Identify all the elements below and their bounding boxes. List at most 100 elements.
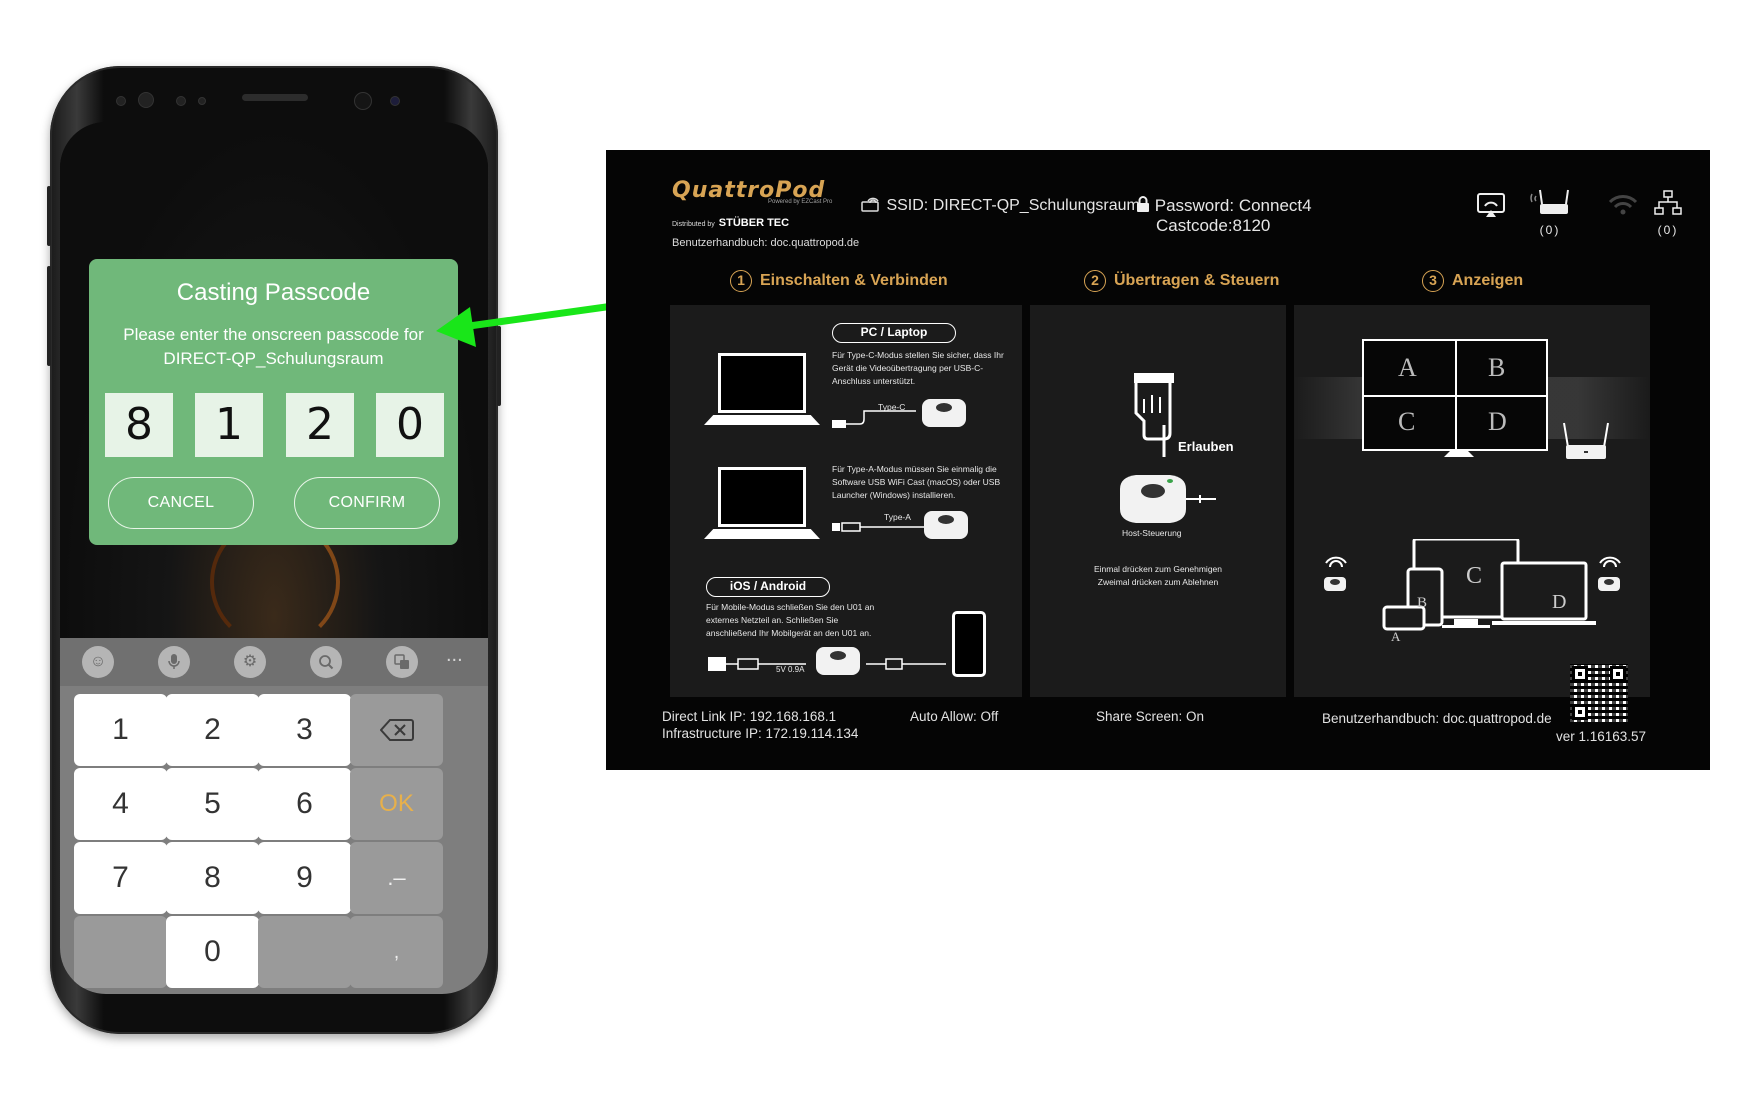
key-3[interactable]: 3 (258, 694, 351, 766)
host-control-device-icon (1120, 475, 1216, 523)
key-2[interactable]: 2 (166, 694, 259, 766)
cancel-button[interactable]: CANCEL (108, 477, 254, 529)
version-label: ver 1.16163.57 (1556, 729, 1647, 744)
receiver-icon (1563, 422, 1609, 459)
empty-key (74, 916, 167, 988)
ip-info: Direct Link IP: 192.168.168.1 Infrastruc… (662, 708, 858, 742)
search-icon[interactable] (310, 646, 342, 678)
keyboard-toolbar: ☺ ⚙ ... (60, 638, 488, 686)
step-2-header: 2 Übertragen & Steuern (1084, 270, 1279, 292)
router-icon: (0) (1530, 188, 1570, 237)
sensor-icon (198, 97, 206, 105)
infrastructure-ip: Infrastructure IP: 172.19.114.134 (662, 726, 859, 741)
smartphone-icon (952, 611, 986, 677)
translate-icon[interactable] (386, 646, 418, 678)
key-8[interactable]: 8 (166, 842, 259, 914)
router-count: (0) (1539, 223, 1561, 237)
pc-laptop-label: PC / Laptop (832, 323, 956, 343)
emoji-icon[interactable]: ☺ (82, 646, 114, 678)
password-info: Password: Connect4 Castcode:8120 (1136, 196, 1312, 236)
castcode-text: Castcode:8120 (1156, 216, 1271, 235)
quadrant-c: C (1398, 407, 1416, 436)
share-screen-status: Share Screen: On (1096, 709, 1205, 724)
split-screen-display: A B C D (1362, 339, 1548, 451)
passcode-digits: 8 1 2 0 (105, 393, 445, 457)
casting-passcode-dialog: Casting Passcode Please enter the onscre… (89, 259, 458, 545)
press-instructions: Einmal drücken zum Genehmigen Zweimal dr… (1093, 564, 1223, 587)
passcode-digit-4[interactable]: 0 (376, 393, 444, 457)
smartphone: Casting Passcode Please enter the onscre… (47, 66, 501, 1034)
settings-icon[interactable]: ⚙ (234, 646, 266, 678)
cast-wifi-icon (861, 197, 879, 212)
dialog-title: Casting Passcode (176, 279, 371, 306)
allow-label: Erlauben (1178, 439, 1234, 454)
distributor-line: Distributed by STÜBER TEC (672, 217, 789, 229)
iris-scanner-icon (138, 92, 154, 108)
device-b-letter: B (1417, 595, 1428, 611)
passcode-digit-3[interactable]: 2 (286, 393, 354, 457)
typea-cable-icon (832, 521, 927, 532)
airplay-icon (1476, 192, 1506, 223)
step-3-number: 3 (1422, 270, 1444, 292)
dot-dash-key[interactable]: .– (350, 842, 443, 914)
distributed-by: Distributed by (672, 221, 715, 228)
passcode-digit-1[interactable]: 8 (105, 393, 173, 457)
lan-icon: (0) (1654, 190, 1682, 237)
u01-dongle-icon (816, 647, 860, 675)
power-button (497, 326, 501, 406)
qr-code-icon[interactable] (1570, 664, 1628, 722)
key-9[interactable]: 9 (258, 842, 351, 914)
step-3-label: Anzeigen (1452, 272, 1524, 289)
typec-cable-icon (832, 410, 916, 428)
numeric-keyboard: ☺ ⚙ ... 1 2 3 4 5 6 OK 7 8 9 .– 0 , (60, 638, 488, 994)
sensor-icon (176, 96, 186, 106)
wifi-icon (1608, 194, 1638, 221)
mobile-description: Für Mobile-Modus schließen Sie den U01 a… (706, 602, 875, 638)
display-stand (1444, 451, 1474, 457)
lan-count: (0) (1657, 223, 1679, 237)
ok-key[interactable]: OK (350, 768, 443, 840)
sensor-icon (116, 96, 126, 106)
typea-description: Für Type-A-Modus müssen Sie einmalig die… (832, 464, 1001, 500)
backspace-icon (379, 719, 414, 741)
key-6[interactable]: 6 (258, 768, 351, 840)
host-control-label: Host-Steuerung (1122, 528, 1182, 538)
volume-rocker (47, 266, 51, 366)
device-d-letter: D (1552, 591, 1567, 613)
device-a-letter: A (1391, 629, 1401, 644)
logo-subtitle: Powered by EZCast Pro (768, 199, 833, 205)
earpiece-speaker (242, 94, 308, 101)
backspace-key[interactable] (350, 694, 443, 766)
quadrant-d: D (1488, 407, 1507, 436)
ssid-info: SSID: DIRECT-QP_Schulungsraum (860, 196, 1140, 215)
front-camera-icon (354, 92, 372, 110)
direct-link-ip: Direct Link IP: 192.168.168.1 (662, 709, 837, 724)
key-0[interactable]: 0 (166, 916, 259, 988)
panel-connect: PC / Laptop Für Type-C-Modus stellen Sie… (670, 305, 1022, 697)
manual-link-bottom: Benutzerhandbuch: doc.quattropod.de (1322, 711, 1552, 726)
device-c-letter: C (1466, 563, 1483, 589)
key-5[interactable]: 5 (166, 768, 259, 840)
auto-allow-status: Auto Allow: Off (910, 709, 999, 724)
phone-screen: Casting Passcode Please enter the onscre… (60, 122, 488, 994)
passcode-digit-2[interactable]: 1 (195, 393, 263, 457)
comma-key[interactable]: , (350, 916, 443, 988)
u01-dongle-icon (924, 511, 968, 539)
u01-dongle-icon (922, 399, 966, 427)
microphone-icon[interactable] (158, 646, 190, 678)
confirm-button[interactable]: CONFIRM (294, 477, 440, 529)
key-4[interactable]: 4 (74, 768, 167, 840)
step-3-header: 3 Anzeigen (1422, 270, 1523, 292)
more-options-icon[interactable]: ... (446, 644, 463, 667)
panel-display: A B C D A B C D (1294, 305, 1650, 697)
password-text: Password: Connect4 (1154, 196, 1312, 215)
step-1-label: Einschalten & Verbinden (760, 272, 948, 289)
distributor-name: STÜBER TEC (718, 217, 790, 229)
quadrant-b: B (1488, 353, 1506, 382)
key-7[interactable]: 7 (74, 842, 167, 914)
key-1[interactable]: 1 (74, 694, 167, 766)
ssid-text: SSID: DIRECT-QP_Schulungsraum (886, 197, 1140, 214)
manual-link-top: Benutzerhandbuch: doc.quattropod.de (672, 237, 860, 249)
power-spec: 5V 0.9A (776, 665, 805, 674)
quattropod-screen: QuattroPod Powered by EZCast Pro Distrib… (606, 150, 1710, 770)
